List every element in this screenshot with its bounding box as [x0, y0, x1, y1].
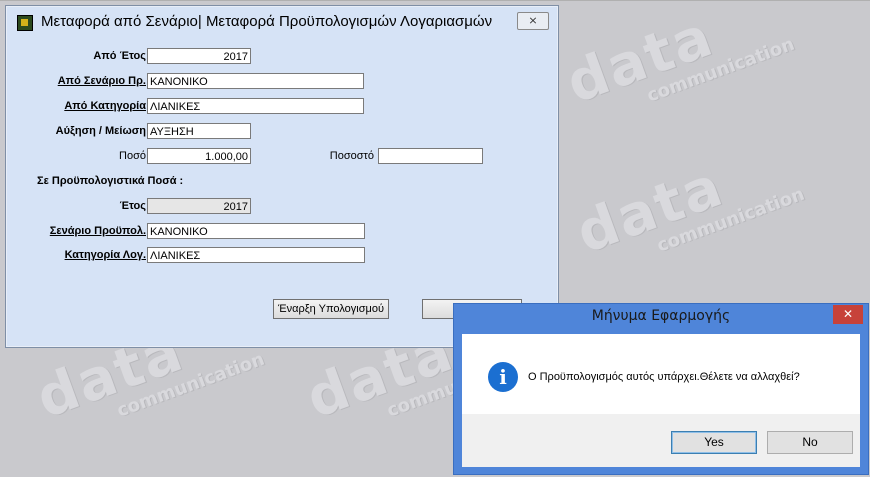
start-calculation-button[interactable]: Έναρξη Υπολογισμού	[273, 299, 389, 319]
change-field[interactable]: ΑΥΞΗΣΗ	[147, 123, 251, 139]
watermark-logo: datacommunication	[558, 3, 798, 117]
percent-label: Ποσοστό	[329, 150, 374, 162]
amount-label: Ποσό	[119, 150, 146, 162]
budget-scenario-label[interactable]: Σενάριο Προϋπολ.	[50, 225, 146, 237]
budget-scenario-field[interactable]: ΚΑΝΟΝΙΚΟ	[147, 223, 365, 239]
section-label: Σε Προϋπολογιστικά Ποσά :	[37, 175, 184, 187]
account-category-label[interactable]: Κατηγορία Λογ.	[65, 249, 146, 261]
year-label: Έτος	[119, 200, 146, 212]
message-box: Μήνυμα Εφαρμογής ✕ i Ο Προϋπολογισμός αυ…	[453, 303, 869, 475]
message-text: Ο Προϋπολογισμός αυτός υπάρχει.Θέλετε να…	[528, 371, 800, 383]
year-field: 2017	[147, 198, 251, 214]
transfer-dialog: Μεταφορά από Σενάριο| Μεταφορά Προϋπολογ…	[5, 5, 559, 348]
dialog-titlebar[interactable]: Μεταφορά από Σενάριο| Μεταφορά Προϋπολογ…	[6, 6, 558, 36]
percent-field[interactable]	[378, 148, 483, 164]
close-button[interactable]: ⨯	[517, 12, 549, 30]
watermark-logo: datacommunication	[568, 153, 808, 267]
change-label: Αύξηση / Μείωση	[55, 125, 146, 137]
message-box-title: Μήνυμα Εφαρμογής	[591, 308, 731, 324]
account-category-field[interactable]: ΛΙΑΝΙΚΕΣ	[147, 247, 365, 263]
yes-button[interactable]: Yes	[671, 431, 757, 454]
from-year-label: Από Έτος	[93, 50, 146, 62]
from-scenario-field[interactable]: ΚΑΝΟΝΙΚΟ	[147, 73, 364, 89]
from-scenario-label[interactable]: Από Σενάριο Πρ.	[58, 75, 146, 87]
app-icon	[17, 15, 33, 31]
message-close-button[interactable]: ✕	[833, 305, 863, 324]
no-button[interactable]: No	[767, 431, 853, 454]
message-content: i Ο Προϋπολογισμός αυτός υπάρχει.Θέλετε …	[462, 334, 860, 414]
info-icon: i	[488, 362, 518, 392]
dialog-title: Μεταφορά από Σενάριο| Μεταφορά Προϋπολογ…	[41, 13, 493, 30]
from-year-field[interactable]: 2017	[147, 48, 251, 64]
message-footer: Yes No	[462, 414, 860, 467]
amount-field[interactable]: 1.000,00	[147, 148, 251, 164]
from-category-label[interactable]: Από Κατηγορία	[64, 100, 146, 112]
from-category-field[interactable]: ΛΙΑΝΙΚΕΣ	[147, 98, 364, 114]
